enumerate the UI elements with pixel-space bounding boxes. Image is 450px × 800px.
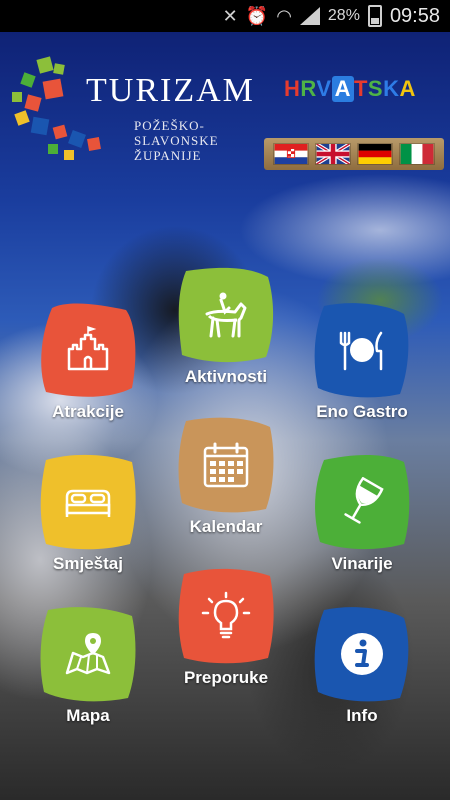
mute-icon: ✕ bbox=[222, 5, 238, 26]
german-flag-icon[interactable] bbox=[357, 143, 393, 165]
language-selector bbox=[264, 138, 444, 170]
tile-label: Atrakcije bbox=[52, 402, 124, 421]
bed-icon bbox=[65, 489, 111, 517]
horse-rider-icon bbox=[205, 292, 247, 338]
hrvatska-logo: HRV A TSKA bbox=[284, 76, 416, 102]
tile-label: Smještaj bbox=[53, 554, 123, 573]
croatian-flag-icon[interactable] bbox=[273, 143, 309, 165]
tile-info[interactable]: Info bbox=[312, 604, 412, 726]
tile-eno-gastro[interactable]: Eno Gastro bbox=[312, 300, 412, 422]
tile-vinarije[interactable]: Vinarije bbox=[312, 452, 412, 574]
tile-label: Aktivnosti bbox=[184, 367, 268, 386]
subtitle-line: SLAVONSKE bbox=[134, 133, 219, 148]
tile-preporuke[interactable]: Preporuke bbox=[176, 566, 276, 688]
dining-icon bbox=[339, 331, 383, 371]
wine-glass-icon bbox=[344, 477, 384, 524]
brand-subtitle: POŽEŠKO- SLAVONSKE ŽUPANIJE bbox=[134, 118, 219, 163]
map-icon bbox=[65, 633, 111, 675]
tile-kalendar[interactable]: Kalendar bbox=[176, 415, 276, 537]
subtitle-line: ŽUPANIJE bbox=[134, 148, 202, 163]
tile-label: Eno Gastro bbox=[316, 402, 408, 421]
battery-percent: 28% bbox=[327, 7, 360, 24]
tile-aktivnosti[interactable]: Aktivnosti bbox=[176, 265, 276, 387]
subtitle-line: POŽEŠKO- bbox=[134, 118, 205, 133]
tile-smjestaj[interactable]: Smještaj bbox=[38, 452, 138, 574]
tile-label: Kalendar bbox=[189, 517, 263, 536]
clock: 09:58 bbox=[389, 4, 440, 27]
tile-label: Vinarije bbox=[331, 554, 393, 573]
signal-icon bbox=[299, 7, 320, 25]
tile-label: Info bbox=[346, 706, 378, 725]
tile-mapa[interactable]: Mapa bbox=[38, 604, 138, 726]
tile-label: Mapa bbox=[66, 706, 110, 725]
lightbulb-icon bbox=[201, 591, 251, 639]
tile-label: Preporuke bbox=[183, 668, 269, 687]
uk-flag-icon[interactable] bbox=[315, 143, 351, 165]
wifi-icon: ◠ bbox=[276, 5, 292, 26]
calendar-icon bbox=[203, 442, 249, 488]
castle-icon bbox=[67, 325, 109, 371]
status-bar: ✕ ⏰ ◠ 28% 09:58 bbox=[0, 0, 450, 32]
info-icon bbox=[341, 633, 383, 675]
alarm-icon: ⏰ bbox=[245, 5, 269, 26]
italian-flag-icon[interactable] bbox=[399, 143, 435, 165]
tile-atrakcije[interactable]: Atrakcije bbox=[38, 300, 138, 422]
brand-title: TURIZAM bbox=[86, 72, 255, 109]
battery-icon bbox=[367, 5, 382, 27]
